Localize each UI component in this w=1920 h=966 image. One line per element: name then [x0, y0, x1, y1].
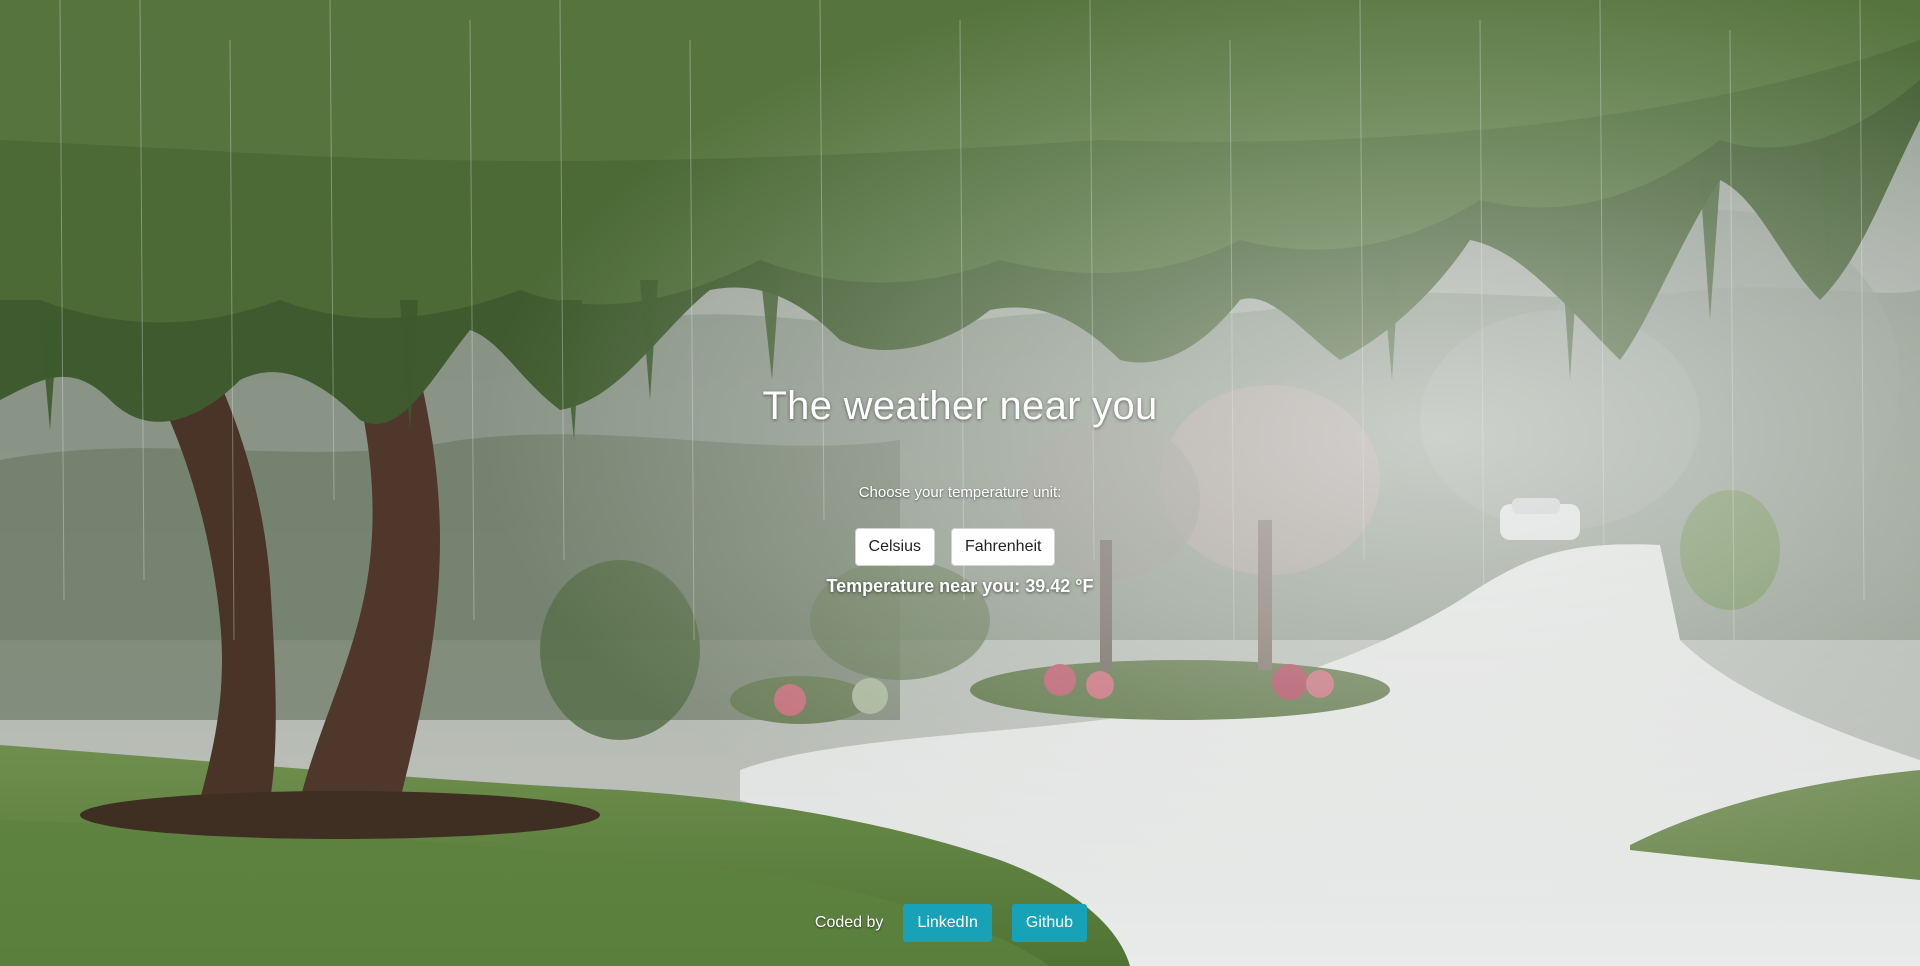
footer: Coded by LinkedIn Github: [0, 904, 1920, 942]
temperature-value: 39.42: [1025, 576, 1071, 596]
coded-by-text: Coded by: [814, 914, 884, 931]
temperature-label: Temperature near you:: [826, 576, 1021, 596]
weather-content: The weather near you Choose your tempera…: [0, 0, 1920, 966]
temperature-unit: °F: [1075, 576, 1094, 596]
temperature-readout: Temperature near you: 39.42 °F: [0, 576, 1920, 597]
unit-prompt: Choose your temperature unit:: [858, 484, 1062, 501]
github-button[interactable]: Github: [1011, 904, 1088, 942]
celsius-button[interactable]: Celsius: [854, 528, 935, 566]
linkedin-button[interactable]: LinkedIn: [903, 904, 992, 942]
fahrenheit-button[interactable]: Fahrenheit: [950, 528, 1056, 566]
unit-button-group: Celsius Fahrenheit: [0, 528, 1920, 566]
page-title: The weather near you: [762, 384, 1158, 428]
weather-page: The weather near you Choose your tempera…: [0, 0, 1920, 966]
